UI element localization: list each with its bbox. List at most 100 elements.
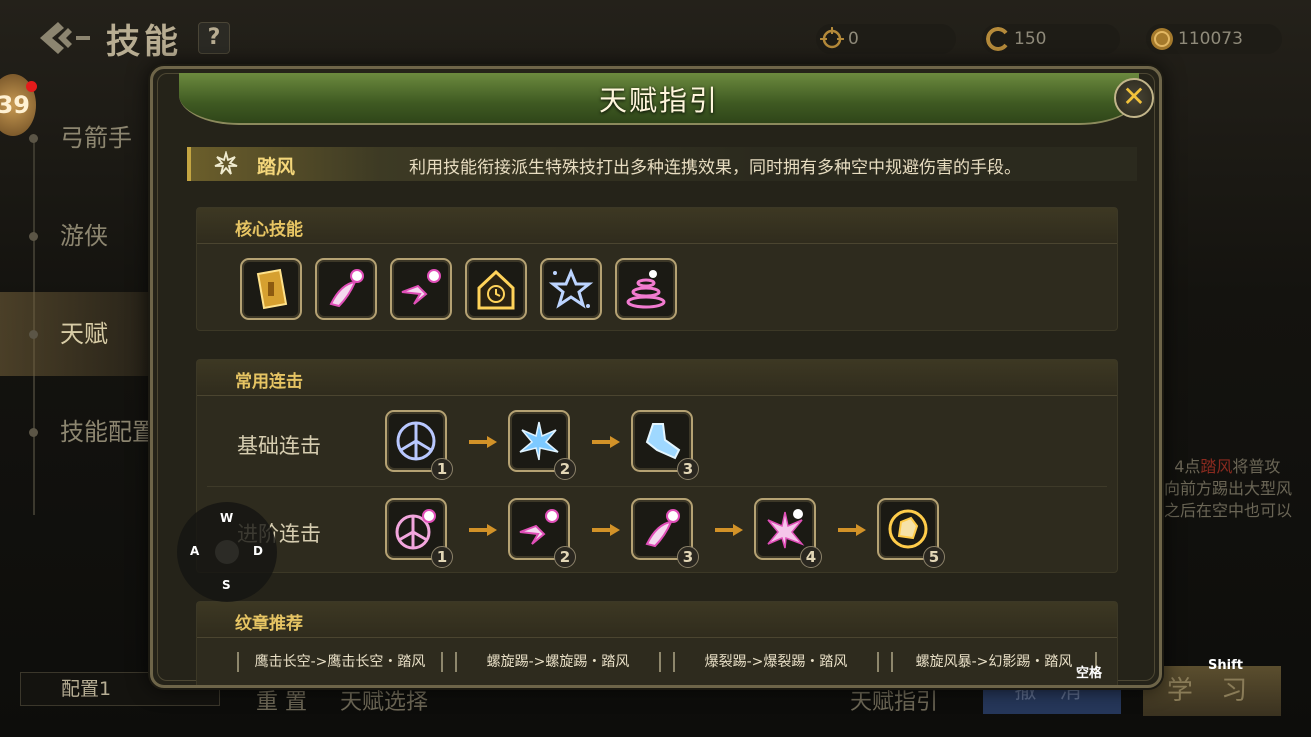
combo-step[interactable]: 4 — [754, 498, 822, 568]
bg-text: ，4点 — [1158, 457, 1201, 476]
emblem-section: 纹章推荐 鹰击长空->鹰击长空・踏风 螺旋踢->螺旋踢・踏风 爆裂踢->爆裂踢・… — [196, 601, 1118, 685]
sidebar-dot — [29, 134, 38, 143]
core-skill-slot[interactable] — [240, 258, 302, 320]
bg-text: 将普攻 — [1232, 457, 1281, 476]
sidebar-item-label: 天赋 — [60, 320, 108, 348]
section-title: 常用连击 — [235, 372, 303, 392]
section-header: 核心技能 — [197, 208, 1117, 244]
sidebar-item-label: 弓箭手 — [60, 124, 132, 152]
pink-crosshair-kick-icon — [395, 509, 436, 550]
combo-step[interactable]: 5 — [877, 498, 945, 568]
sidebar-item-talent[interactable]: 天赋 — [0, 292, 170, 376]
joystick-knob[interactable] — [215, 540, 239, 564]
combo-step[interactable]: 1 — [385, 410, 453, 480]
close-icon[interactable]: ✕ — [1114, 78, 1154, 118]
core-skill-slot[interactable] — [390, 258, 452, 320]
page-title: 技能 — [106, 22, 182, 62]
step-number: 1 — [431, 546, 453, 568]
combo-section: 常用连击 基础连击 1 2 3 进阶连击 1 2 3 4 5 — [196, 359, 1118, 573]
section-header: 常用连击 — [197, 360, 1117, 396]
currency-cycle-value: 150 — [1014, 29, 1047, 49]
arrow-right-icon — [715, 524, 743, 536]
top-bar: 技能 ? 0 150 110073 — [0, 0, 1311, 70]
joystick-key-up: W — [220, 511, 234, 525]
currency-gold-value: 110073 — [1178, 29, 1243, 49]
core-skill-slot[interactable] — [540, 258, 602, 320]
gold-fist-icon — [888, 509, 928, 549]
step-number: 4 — [800, 546, 822, 568]
cycle-currency-icon — [986, 27, 1008, 51]
sidebar-item-label: 游侠 — [60, 222, 108, 250]
emblem-recommendation[interactable]: 鹰击长空->鹰击长空・踏风 — [237, 652, 443, 672]
currency-target-value: 0 — [848, 29, 859, 49]
combo-step[interactable]: 3 — [631, 498, 699, 568]
arrow-right-icon — [592, 524, 620, 536]
section-title: 核心技能 — [235, 220, 303, 240]
wind-talent-icon — [214, 151, 238, 175]
sidebar-dot — [29, 232, 38, 241]
joystick-key-down: S — [222, 578, 231, 592]
step-number: 2 — [554, 546, 576, 568]
sidebar-item-ranger[interactable]: 游侠 — [0, 194, 170, 278]
currency-gold: 110073 — [1146, 24, 1282, 54]
emblem-recommendation[interactable]: 螺旋踢->螺旋踢・踏风 — [455, 652, 661, 672]
target-currency-icon — [820, 27, 844, 49]
learn-button[interactable]: 学 习 — [1143, 666, 1281, 716]
core-skill-slot[interactable] — [315, 258, 377, 320]
core-skill-slot[interactable] — [615, 258, 677, 320]
combo-step[interactable]: 2 — [508, 410, 576, 480]
blue-wind-kick-icon — [645, 423, 681, 460]
kick-skill-icon — [329, 269, 364, 308]
whirlwind-skill-icon — [626, 270, 666, 309]
sidebar: 弓箭手 游侠 天赋 技能配置 — [0, 70, 170, 670]
talent-summary: 踏风 利用技能衔接派生特殊技打出多种连携效果，同时拥有多种空中规避伤害的手段。 — [187, 147, 1137, 181]
combo-step[interactable]: 3 — [631, 410, 699, 480]
emblem-recommendation[interactable]: 螺旋风暴->幻影踢・踏风 — [891, 652, 1097, 672]
sidebar-dot — [29, 428, 38, 437]
sidebar-dot — [29, 330, 38, 339]
dash-skill-icon — [401, 269, 441, 305]
sidebar-item-skill-config[interactable]: 技能配置 — [0, 390, 170, 474]
combo-step[interactable]: 1 — [385, 498, 453, 568]
help-button[interactable]: ? — [198, 22, 230, 54]
core-skill-slot[interactable] — [465, 258, 527, 320]
talent-description: 利用技能衔接派生特殊技打出多种连携效果，同时拥有多种空中规避伤害的手段。 — [409, 158, 1021, 178]
talent-select-button[interactable]: 天赋选择 — [340, 684, 428, 716]
step-number: 1 — [431, 458, 453, 480]
step-number: 3 — [677, 458, 699, 480]
bg-text-highlight: 踏风 — [1200, 457, 1233, 476]
step-number: 5 — [923, 546, 945, 568]
joystick-key-left: A — [190, 544, 200, 558]
scroll-skill-icon — [256, 268, 288, 310]
step-number: 3 — [677, 546, 699, 568]
house-clock-skill-icon — [477, 269, 515, 310]
arrow-right-icon — [469, 436, 497, 448]
dialog-title: 天赋指引 — [598, 84, 719, 117]
pink-kick-icon — [645, 509, 680, 548]
joystick-key-right: D — [253, 544, 263, 558]
currency-target: 0 — [816, 24, 956, 54]
blue-burst-icon — [519, 421, 559, 461]
sidebar-item-label: 技能配置 — [60, 418, 156, 446]
core-skills-section: 核心技能 — [196, 207, 1118, 331]
talent-guide-dialog: 天赋指引 ✕ 踏风 利用技能衔接派生特殊技打出多种连携效果，同时拥有多种空中规避… — [150, 66, 1162, 688]
section-title: 纹章推荐 — [235, 614, 303, 634]
pink-dash-icon — [519, 509, 559, 545]
section-header: 纹章推荐 — [197, 602, 1117, 638]
notification-dot — [26, 81, 37, 92]
arrow-right-icon — [469, 524, 497, 536]
pink-burst-icon — [767, 509, 805, 549]
row-divider — [207, 486, 1107, 487]
reset-button[interactable]: 重 置 — [256, 684, 307, 716]
movement-joystick[interactable]: W A D S — [177, 502, 277, 602]
gold-coin-icon — [1151, 28, 1173, 50]
back-arrow-icon[interactable] — [36, 18, 94, 58]
crosshair-kick-icon — [396, 421, 436, 461]
shift-key-hint: Shift — [1208, 658, 1243, 673]
talent-guide-button[interactable]: 天赋指引 — [850, 684, 938, 716]
currency-cycle: 150 — [982, 24, 1120, 54]
combo-row-label: 基础连击 — [237, 434, 321, 458]
emblem-recommendation[interactable]: 爆裂踢->爆裂踢・踏风 — [673, 652, 879, 672]
combo-step[interactable]: 2 — [508, 498, 576, 568]
arrow-right-icon — [838, 524, 866, 536]
